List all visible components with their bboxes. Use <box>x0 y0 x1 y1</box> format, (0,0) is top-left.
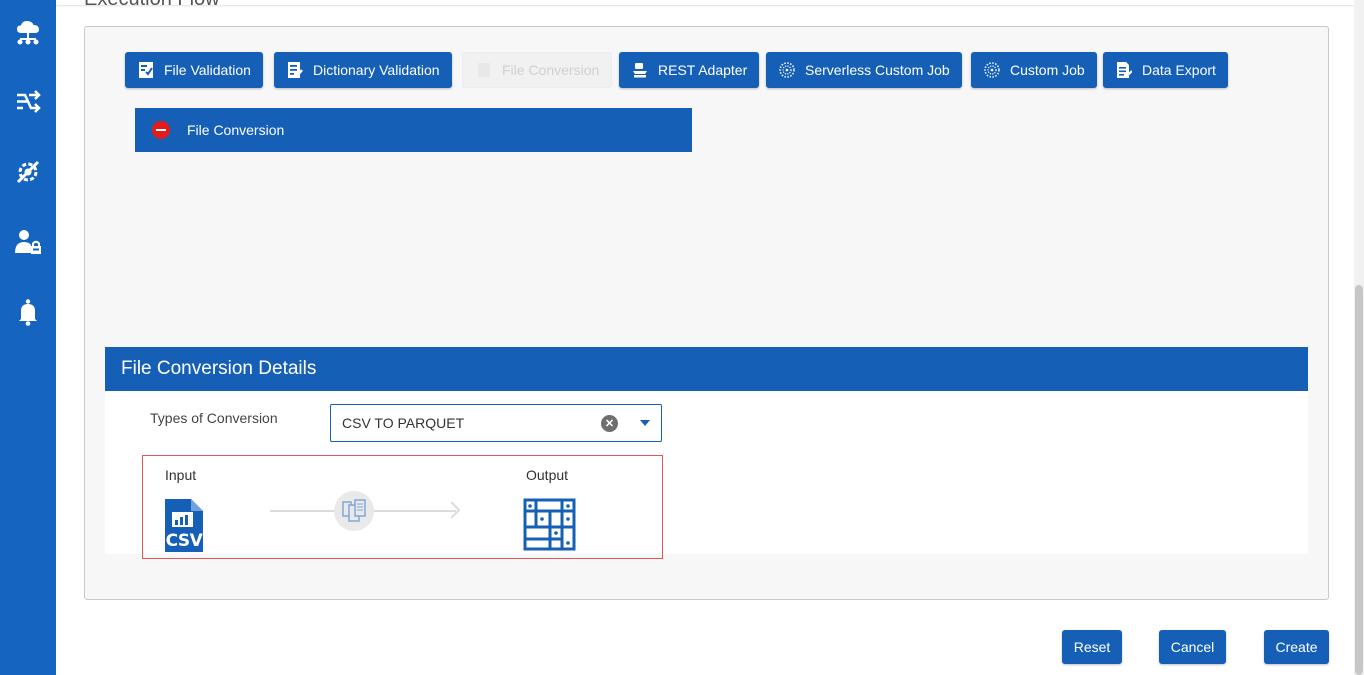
tools-gear-icon[interactable] <box>13 157 43 187</box>
custom-job-button[interactable]: Custom Job <box>971 52 1097 88</box>
rest-adapter-label: REST Adapter <box>658 62 748 78</box>
csv-badge: CSV <box>165 531 203 551</box>
dotted-circle-icon <box>983 61 1001 79</box>
workflow-arrows-icon[interactable] <box>13 87 43 117</box>
dictionary-validation-label: Dictionary Validation <box>313 62 440 78</box>
convert-icon <box>334 491 374 531</box>
file-validation-label: File Validation <box>164 62 251 78</box>
cloud-network-icon[interactable] <box>13 17 43 47</box>
input-label: Input <box>165 467 197 483</box>
file-conversion-button[interactable]: File Conversion <box>462 52 613 88</box>
details-title: File Conversion Details <box>121 358 317 379</box>
remove-step-icon[interactable] <box>152 121 170 139</box>
output-label: Output <box>526 467 569 483</box>
data-export-label: Data Export <box>1142 62 1216 78</box>
flow-item-label: File Conversion <box>187 122 285 138</box>
user-lock-icon[interactable] <box>13 227 43 257</box>
rest-adapter-button[interactable]: REST Adapter <box>619 52 760 88</box>
custom-job-label: Custom Job <box>1010 62 1085 78</box>
adapter-icon <box>631 61 649 79</box>
parquet-file-icon <box>522 497 577 552</box>
clear-selection-icon[interactable]: ✕ <box>601 415 618 432</box>
details-header: File Conversion Details <box>105 347 1308 391</box>
chevron-down-icon[interactable] <box>640 420 650 426</box>
conversion-type-value: CSV TO PARQUET <box>342 415 465 431</box>
file-validation-button[interactable]: File Validation <box>125 52 263 88</box>
serverless-custom-job-button[interactable]: Serverless Custom Job <box>766 52 962 88</box>
csv-file-icon: CSV <box>163 498 205 553</box>
data-export-button[interactable]: Data Export <box>1103 52 1228 88</box>
file-check-icon <box>137 61 155 79</box>
conversion-diagram <box>142 455 663 559</box>
cancel-button[interactable]: Cancel <box>1159 630 1226 664</box>
top-strip <box>56 0 1354 5</box>
dotted-circle-icon <box>778 61 796 79</box>
bell-icon[interactable] <box>13 297 43 327</box>
serverless-custom-job-label: Serverless Custom Job <box>805 62 950 78</box>
reset-button[interactable]: Reset <box>1062 630 1122 664</box>
document-export-icon <box>1115 61 1133 79</box>
create-button[interactable]: Create <box>1264 630 1329 664</box>
sidebar <box>0 0 56 675</box>
file-edit-icon <box>286 61 304 79</box>
flow-item-file-conversion[interactable]: File Conversion <box>135 108 692 152</box>
section-title: Execution Flow <box>84 0 220 11</box>
dictionary-validation-button[interactable]: Dictionary Validation <box>274 52 452 88</box>
file-convert-icon <box>475 61 493 79</box>
scrollbar-thumb[interactable] <box>1355 285 1363 675</box>
conversion-type-select[interactable]: CSV TO PARQUET ✕ <box>330 404 662 442</box>
file-conversion-label: File Conversion <box>502 62 600 78</box>
conversion-type-label: Types of Conversion <box>150 410 278 426</box>
